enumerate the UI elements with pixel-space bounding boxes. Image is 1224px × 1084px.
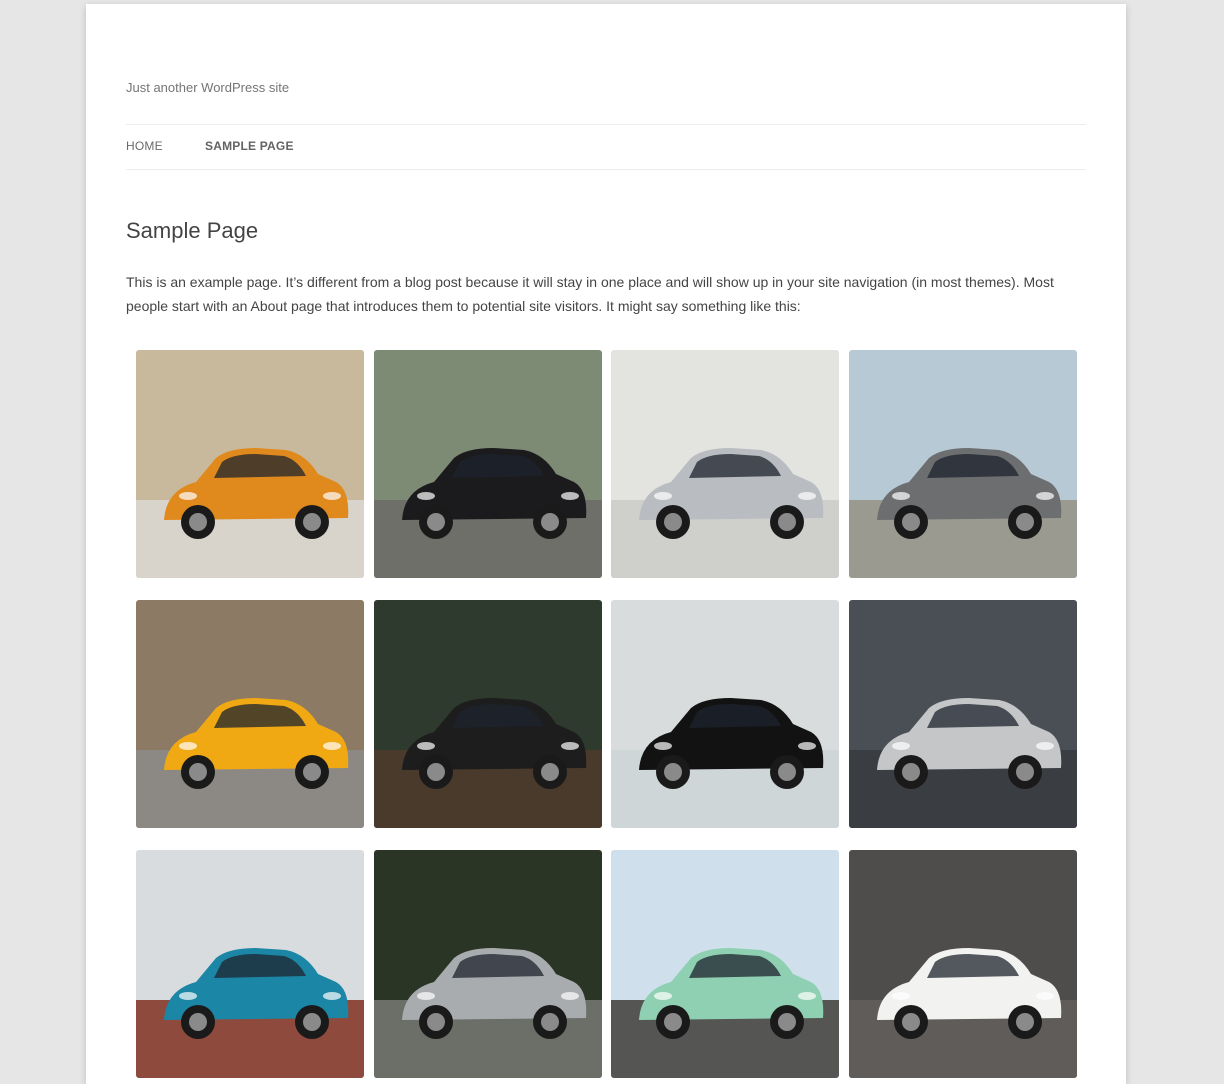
main-navigation: Home Sample Page [126, 124, 1086, 170]
nav-item-home[interactable]: Home [126, 139, 163, 153]
site-tagline: Just another WordPress site [126, 80, 290, 95]
gallery-image-12[interactable] [848, 850, 1077, 1078]
gallery-image-4[interactable] [848, 350, 1077, 578]
car-photo [848, 350, 1077, 578]
page-intro-paragraph: This is an example page. It’s different … [126, 274, 1054, 314]
nav-item-sample-page[interactable]: Sample Page [205, 139, 294, 153]
car-photo [611, 350, 839, 578]
gallery-image-7[interactable] [611, 600, 839, 828]
gallery-image-6[interactable] [373, 600, 602, 828]
car-photo [611, 850, 839, 1078]
car-photo [136, 600, 364, 828]
gallery-image-1[interactable] [136, 350, 364, 578]
car-photo [848, 600, 1077, 828]
page-title: Sample Page [126, 218, 259, 243]
car-photo [136, 350, 364, 578]
gallery-image-9[interactable] [136, 850, 364, 1078]
car-photo [373, 600, 602, 828]
car-photo [136, 850, 364, 1078]
gallery-image-3[interactable] [611, 350, 839, 578]
car-photo [611, 600, 839, 828]
gallery-image-10[interactable] [373, 850, 602, 1078]
car-photo [373, 850, 602, 1078]
gallery-image-8[interactable] [848, 600, 1077, 828]
gallery-image-5[interactable] [136, 600, 364, 828]
gallery-image-11[interactable] [611, 850, 839, 1078]
image-gallery [136, 350, 1077, 1078]
site-container: Just another WordPress site Home Sample … [86, 4, 1126, 1084]
car-photo [848, 850, 1077, 1078]
car-photo [373, 350, 602, 578]
gallery-image-2[interactable] [373, 350, 602, 578]
